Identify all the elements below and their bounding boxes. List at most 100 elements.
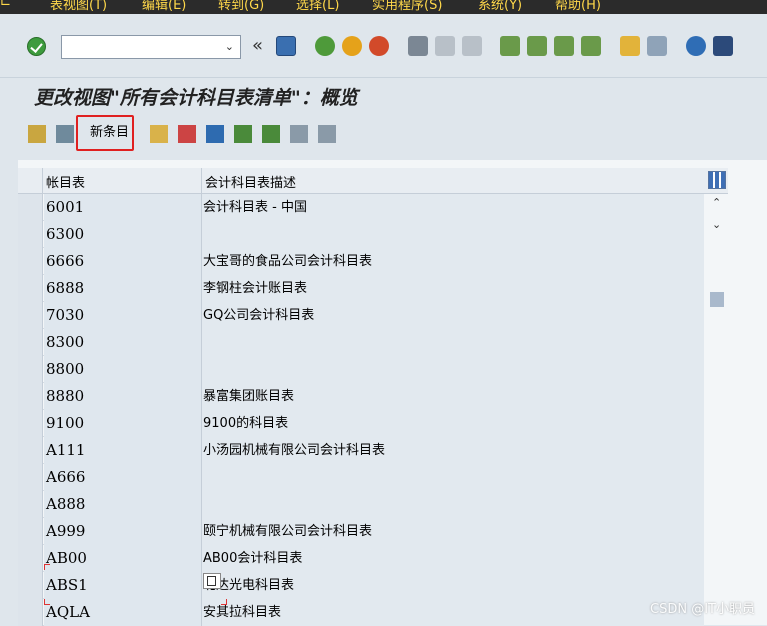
table-row[interactable]: 6666 大宝哥的食品公司会计科目表 bbox=[18, 248, 704, 275]
chart-of-accounts-cell[interactable]: 6001 bbox=[44, 194, 202, 221]
menu-item-goto[interactable]: 转到(G) bbox=[218, 0, 264, 13]
menu-item-help[interactable]: 帮助(H) bbox=[555, 0, 601, 13]
help-icon[interactable] bbox=[686, 36, 706, 56]
copy-as-icon[interactable] bbox=[150, 125, 168, 143]
row-selector[interactable] bbox=[18, 248, 43, 275]
table-row[interactable]: A999 颐宁机械有限公司会计科目表 bbox=[18, 518, 704, 545]
table-row[interactable]: A666 bbox=[18, 464, 704, 491]
row-selector[interactable] bbox=[18, 545, 43, 572]
chart-of-accounts-cell[interactable]: 6666 bbox=[44, 248, 202, 275]
cancel-icon[interactable] bbox=[369, 36, 389, 56]
next-page-icon[interactable] bbox=[554, 36, 574, 56]
description-cell[interactable]: 李钢柱会计账目表 bbox=[202, 275, 704, 302]
chart-of-accounts-cell[interactable]: 8880 bbox=[44, 383, 202, 410]
table-row[interactable]: 6888 李钢柱会计账目表 bbox=[18, 275, 704, 302]
customize-icon[interactable] bbox=[713, 36, 733, 56]
description-cell[interactable]: 小汤园机械有限公司会计科目表 bbox=[202, 437, 704, 464]
select-all-column-button[interactable] bbox=[18, 168, 43, 194]
find-next-icon[interactable] bbox=[462, 36, 482, 56]
new-session-icon[interactable] bbox=[620, 36, 640, 56]
chart-of-accounts-cell[interactable]: 8800 bbox=[44, 356, 202, 383]
column-header-description[interactable]: 会计科目表描述 bbox=[205, 172, 296, 191]
description-cell[interactable]: GQ公司会计科目表 bbox=[202, 302, 704, 329]
description-cell[interactable]: 北达光电科目表 bbox=[202, 572, 704, 599]
menu-item-selection[interactable]: 选择(L) bbox=[296, 0, 339, 13]
exit-icon[interactable] bbox=[342, 36, 362, 56]
chart-of-accounts-cell[interactable]: 9100 bbox=[44, 410, 202, 437]
description-cell[interactable] bbox=[202, 356, 704, 383]
scrollbar-thumb[interactable] bbox=[710, 292, 724, 307]
row-selector[interactable] bbox=[18, 572, 43, 599]
row-selector[interactable] bbox=[18, 383, 43, 410]
row-selector[interactable] bbox=[18, 464, 43, 491]
description-cell[interactable] bbox=[202, 221, 704, 248]
description-cell[interactable]: 颐宁机械有限公司会计科目表 bbox=[202, 518, 704, 545]
first-page-icon[interactable] bbox=[500, 36, 520, 56]
row-selector[interactable] bbox=[18, 491, 43, 518]
menu-system-icon[interactable]: ⊏ bbox=[0, 0, 11, 9]
back-icon[interactable] bbox=[315, 36, 335, 56]
display-change-icon[interactable] bbox=[28, 125, 46, 143]
delete-icon[interactable] bbox=[178, 125, 196, 143]
chevron-down-icon[interactable]: ⌄ bbox=[225, 40, 234, 53]
menu-item-edit[interactable]: 编辑(E) bbox=[142, 0, 186, 13]
description-cell[interactable]: 大宝哥的食品公司会计科目表 bbox=[202, 248, 704, 275]
row-selector[interactable] bbox=[18, 518, 43, 545]
row-selector[interactable] bbox=[18, 275, 43, 302]
config-icon[interactable] bbox=[318, 125, 336, 143]
row-selector[interactable] bbox=[18, 221, 43, 248]
table-row[interactable]: 8800 bbox=[18, 356, 704, 383]
table-row[interactable]: 6001 会计科目表 - 中国 bbox=[18, 194, 704, 221]
row-selector[interactable] bbox=[18, 329, 43, 356]
undo-icon[interactable] bbox=[206, 125, 224, 143]
description-cell[interactable] bbox=[202, 491, 704, 518]
chart-of-accounts-cell[interactable]: 6888 bbox=[44, 275, 202, 302]
deselect-all-icon[interactable] bbox=[290, 125, 308, 143]
chart-of-accounts-cell[interactable]: A999 bbox=[44, 518, 202, 545]
row-selector[interactable] bbox=[18, 437, 43, 464]
chart-of-accounts-cell[interactable]: A666 bbox=[44, 464, 202, 491]
description-cell[interactable]: 9100的科目表 bbox=[202, 410, 704, 437]
row-selector[interactable] bbox=[18, 410, 43, 437]
scroll-up-icon[interactable]: ⌃ bbox=[712, 196, 721, 209]
description-cell[interactable] bbox=[202, 464, 704, 491]
find-icon[interactable] bbox=[435, 36, 455, 56]
scroll-down-icon[interactable]: ⌄ bbox=[712, 218, 721, 231]
menu-item-system[interactable]: 系统(Y) bbox=[478, 0, 522, 13]
vertical-scrollbar[interactable]: ⌃ ⌄ bbox=[708, 194, 726, 625]
save-icon[interactable] bbox=[276, 36, 296, 56]
select-all-icon[interactable] bbox=[234, 125, 252, 143]
row-selector[interactable] bbox=[18, 302, 43, 329]
last-page-icon[interactable] bbox=[581, 36, 601, 56]
row-selector[interactable] bbox=[18, 356, 43, 383]
description-cell[interactable]: 会计科目表 - 中国 bbox=[202, 194, 704, 221]
chart-of-accounts-cell[interactable]: AQLA bbox=[44, 599, 202, 626]
row-selector[interactable] bbox=[18, 194, 43, 221]
table-row[interactable]: 6300 bbox=[18, 221, 704, 248]
select-block-icon[interactable] bbox=[262, 125, 280, 143]
column-divider[interactable] bbox=[201, 168, 202, 194]
description-cell[interactable]: 安其拉科目表 bbox=[202, 599, 704, 626]
chart-of-accounts-cell[interactable]: 7030 bbox=[44, 302, 202, 329]
chart-of-accounts-cell[interactable]: 6300 bbox=[44, 221, 202, 248]
collapse-icon[interactable]: « bbox=[252, 35, 263, 56]
menu-item-utilities[interactable]: 实用程序(S) bbox=[372, 0, 442, 13]
shortcut-icon[interactable] bbox=[647, 36, 667, 56]
chart-of-accounts-cell[interactable]: A888 bbox=[44, 491, 202, 518]
table-row[interactable]: 8300 bbox=[18, 329, 704, 356]
chart-of-accounts-cell[interactable]: A111 bbox=[44, 437, 202, 464]
display-icon[interactable] bbox=[56, 125, 74, 143]
print-icon[interactable] bbox=[408, 36, 428, 56]
table-row[interactable]: 7030 GQ公司会计科目表 bbox=[18, 302, 704, 329]
table-row[interactable]: 8880 暴富集团账目表 bbox=[18, 383, 704, 410]
table-row[interactable]: 9100 9100的科目表 bbox=[18, 410, 704, 437]
table-row[interactable]: AQLA 安其拉科目表 bbox=[18, 599, 704, 626]
prev-page-icon[interactable] bbox=[527, 36, 547, 56]
table-settings-icon[interactable] bbox=[708, 171, 726, 189]
menu-item-table-view[interactable]: 表视图(T) bbox=[50, 0, 107, 13]
description-cell[interactable]: 暴富集团账目表 bbox=[202, 383, 704, 410]
description-cell[interactable]: AB00会计科目表 bbox=[202, 545, 704, 572]
column-header-chart-of-accounts[interactable]: 帐目表 bbox=[46, 172, 85, 191]
command-field[interactable]: ⌄ bbox=[61, 35, 241, 59]
row-selector[interactable] bbox=[18, 599, 43, 626]
